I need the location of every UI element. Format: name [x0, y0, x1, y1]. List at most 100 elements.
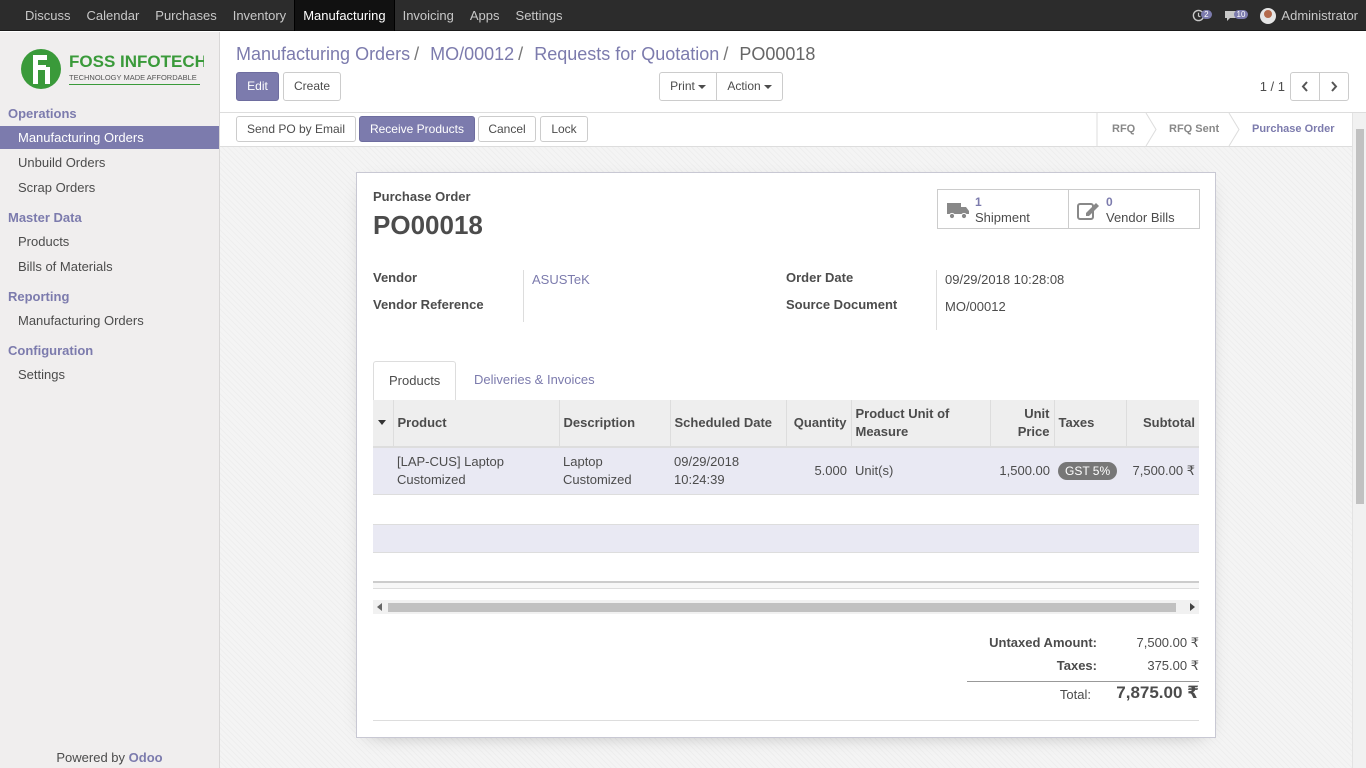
cancel-button[interactable]: Cancel — [478, 116, 536, 142]
scroll-right-icon[interactable] — [1190, 603, 1195, 611]
menu-invoicing[interactable]: Invoicing — [395, 0, 462, 31]
menu-purchases[interactable]: Purchases — [147, 0, 224, 31]
tab-deliveries-invoices[interactable]: Deliveries & Invoices — [459, 361, 610, 401]
order-lines-table: Product Description Scheduled Date Quant… — [373, 400, 1199, 495]
column-uom[interactable]: Product Unit of Measure — [851, 400, 991, 448]
top-navbar: Discuss Calendar Purchases Inventory Man… — [0, 0, 1366, 31]
section-master-data: Master Data — [8, 210, 82, 225]
menu-settings[interactable]: Settings — [508, 0, 571, 31]
sidebar-item-reporting-manufacturing-orders[interactable]: Manufacturing Orders — [0, 309, 219, 332]
vertical-scrollbar[interactable] — [1352, 113, 1366, 768]
chevron-right-icon — [1331, 81, 1338, 92]
menu-discuss[interactable]: Discuss — [17, 0, 79, 31]
menu-manufacturing[interactable]: Manufacturing — [294, 0, 395, 31]
chevron-left-icon — [1301, 81, 1308, 92]
taxes-value: 375.00 ₹ — [1147, 658, 1199, 673]
total-label: Total: — [1059, 687, 1091, 702]
section-reporting: Reporting — [8, 289, 70, 304]
receive-products-button[interactable]: Receive Products — [359, 116, 475, 142]
sidebar-item-manufacturing-orders[interactable]: Manufacturing Orders — [0, 126, 219, 149]
breadcrumb-rfq[interactable]: Requests for Quotation — [534, 44, 719, 64]
menu-calendar[interactable]: Calendar — [79, 0, 148, 31]
empty-row[interactable] — [373, 524, 1199, 553]
cell-uom[interactable]: Unit(s) — [851, 447, 990, 495]
create-button[interactable]: Create — [283, 72, 341, 101]
source-document-label: Source Document — [786, 297, 898, 312]
column-description[interactable]: Description — [559, 400, 671, 448]
scrollbar-thumb[interactable] — [1356, 129, 1364, 504]
vendor-bills-label: Vendor Bills — [1106, 210, 1175, 225]
pager-value[interactable]: 1 / 1 — [1260, 79, 1285, 94]
breadcrumb-mo[interactable]: MO/00012 — [430, 44, 514, 64]
shipment-count: 1 — [975, 195, 982, 209]
edit-icon — [1077, 203, 1099, 220]
caret-down-icon — [378, 420, 386, 425]
odoo-link[interactable]: Odoo — [129, 750, 163, 765]
action-dropdown[interactable]: Action — [716, 72, 783, 101]
stage-separator — [1228, 113, 1240, 146]
horizontal-scrollbar[interactable] — [373, 600, 1199, 614]
table-row[interactable]: [LAP-CUS] Laptop Customized Laptop Custo… — [373, 447, 1199, 495]
column-scheduled-date[interactable]: Scheduled Date — [670, 400, 787, 448]
cell-product[interactable]: [LAP-CUS] Laptop Customized — [393, 447, 559, 495]
order-date-field[interactable]: 09/29/2018 10:28:08 — [945, 272, 1064, 287]
scrollbar-thumb[interactable] — [388, 603, 1176, 612]
print-dropdown[interactable]: Print — [659, 72, 717, 101]
vendor-bills-smart-button[interactable]: 0 Vendor Bills — [1068, 189, 1200, 229]
sidebar-item-scrap-orders[interactable]: Scrap Orders — [0, 176, 219, 199]
column-product[interactable]: Product — [393, 400, 560, 448]
cell-description[interactable]: Laptop Customized — [559, 447, 670, 495]
cell-quantity[interactable]: 5.000 — [786, 447, 851, 495]
sidebar-item-settings[interactable]: Settings — [0, 363, 219, 386]
shipment-smart-button[interactable]: 1 Shipment — [937, 189, 1069, 229]
section-configuration: Configuration — [8, 343, 94, 358]
section-operations: Operations — [8, 106, 77, 121]
pager-previous-button[interactable] — [1290, 72, 1320, 101]
menu-inventory[interactable]: Inventory — [225, 0, 294, 31]
column-quantity[interactable]: Quantity — [786, 400, 852, 448]
sidebar-item-bills-of-materials[interactable]: Bills of Materials — [0, 255, 219, 278]
column-taxes[interactable]: Taxes — [1054, 400, 1127, 448]
user-menu[interactable]: Administrator — [1260, 7, 1358, 24]
message-count-badge: 10 — [1233, 9, 1249, 19]
edit-button[interactable]: Edit — [236, 72, 279, 101]
vendor-field[interactable]: ASUSTeK — [532, 272, 590, 287]
statusbar: Send PO by Email Receive Products Cancel… — [220, 113, 1366, 147]
tax-tag: GST 5% — [1058, 461, 1118, 480]
column-unit-price[interactable]: Unit Price — [990, 400, 1055, 448]
tab-products[interactable]: Products — [373, 361, 457, 402]
lock-button[interactable]: Lock — [540, 116, 588, 142]
field-divider — [936, 270, 937, 330]
document-title: PO00018 — [373, 210, 483, 240]
totals-divider — [967, 681, 1199, 682]
breadcrumb: Manufacturing Orders / MO/00012/ Requests… — [236, 44, 816, 64]
sidebar-item-unbuild-orders[interactable]: Unbuild Orders — [0, 151, 219, 174]
stage-rfq-sent[interactable]: RFQ Sent — [1169, 113, 1219, 146]
truck-icon — [947, 203, 969, 220]
shipment-label: Shipment — [975, 210, 1030, 225]
document-type-label: Purchase Order — [373, 189, 471, 204]
send-po-email-button[interactable]: Send PO by Email — [236, 116, 356, 142]
stage-rfq[interactable]: RFQ — [1112, 113, 1135, 146]
activity-count-badge: 2 — [1201, 9, 1212, 19]
messages-button[interactable]: 10 — [1224, 9, 1249, 22]
activity-button[interactable]: 2 — [1192, 9, 1212, 22]
app-menu: Discuss Calendar Purchases Inventory Man… — [17, 0, 571, 31]
cell-unit-price[interactable]: 1,500.00 — [990, 447, 1054, 495]
sidebar-item-products[interactable]: Products — [0, 230, 219, 253]
source-document-field[interactable]: MO/00012 — [945, 299, 1006, 314]
menu-apps[interactable]: Apps — [462, 0, 508, 31]
pager-next-button[interactable] — [1319, 72, 1349, 101]
column-subtotal[interactable]: Subtotal — [1126, 400, 1199, 448]
vendor-bills-count: 0 — [1106, 195, 1113, 209]
column-handle[interactable] — [373, 400, 394, 448]
stage-purchase-order[interactable]: Purchase Order — [1252, 113, 1335, 146]
notebook-tabs: Products Deliveries & Invoices — [373, 361, 1199, 402]
breadcrumb-manufacturing-orders[interactable]: Manufacturing Orders — [236, 44, 410, 64]
untaxed-amount-value: 7,500.00 ₹ — [1136, 635, 1200, 650]
caret-down-icon — [763, 84, 772, 89]
scroll-left-icon[interactable] — [377, 603, 382, 611]
cell-scheduled-date[interactable]: 09/29/2018 10:24:39 — [670, 447, 786, 495]
cell-taxes[interactable]: GST 5% — [1054, 447, 1126, 495]
taxes-label: Taxes: — [1056, 658, 1097, 673]
